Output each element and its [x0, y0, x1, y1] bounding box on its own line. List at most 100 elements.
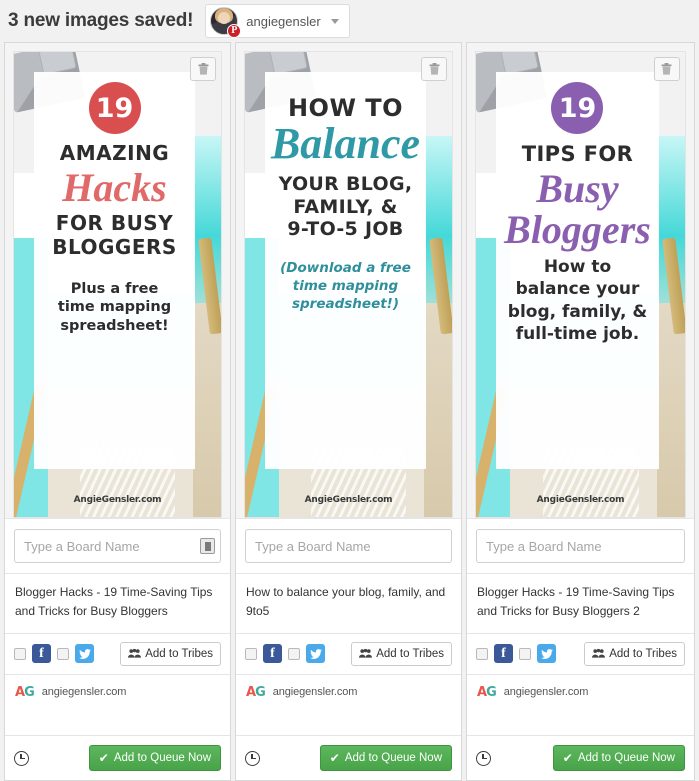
pin-preview: HOW TO Balance YOUR BLOG, FAMILY, & 9-TO…	[236, 43, 461, 518]
pin-text-panel: 19 TIPS FOR Busy Bloggers How to balance…	[496, 72, 659, 469]
facebook-checkbox[interactable]	[14, 647, 26, 660]
board-name-input[interactable]: Type a Board Name	[245, 529, 452, 563]
pin-script-word-2: Bloggers	[504, 206, 651, 252]
pin-headline-1: TIPS FOR	[521, 142, 634, 166]
add-to-queue-button[interactable]: ✔ Add to Queue Now	[319, 745, 452, 771]
angiegensler-logo-icon: AG	[246, 684, 266, 700]
source-site-row: AG angiegensler.com	[236, 673, 461, 710]
add-to-queue-button[interactable]: ✔ Add to Queue Now	[88, 745, 221, 771]
pin-watermark: AngieGensler.com	[304, 495, 393, 505]
facebook-checkbox[interactable]	[245, 647, 257, 660]
account-selector[interactable]: P angiegensler	[205, 4, 350, 38]
delete-image-button[interactable]	[653, 57, 680, 81]
pin-headline-4: 9-TO-5 JOB	[287, 218, 404, 240]
pin-subtext-1: How to	[543, 257, 612, 278]
schedule-clock-icon[interactable]	[476, 750, 491, 766]
check-icon: ✔	[98, 751, 109, 765]
site-name: angiegensler.com	[503, 686, 589, 699]
social-share-row: f Add to Tribes	[467, 632, 694, 674]
pin-description[interactable]: Blogger Hacks - 19 Time-Saving Tips and …	[5, 573, 230, 633]
pin-watermark: AngieGensler.com	[536, 495, 625, 505]
image-cards-row: 19 AMAZING Hacks FOR BUSY BLOGGERS Plus …	[0, 42, 699, 781]
facebook-icon[interactable]: f	[263, 644, 282, 664]
social-share-row: f Add to Tribes	[5, 632, 230, 674]
pin-subtext-3: blog, family, &	[507, 301, 648, 322]
queue-label: Add to Queue Now	[577, 752, 675, 764]
add-to-tribes-button[interactable]: Add to Tribes	[120, 641, 221, 666]
people-icon	[359, 649, 373, 658]
card-actions-row: ✔ Add to Queue Now	[467, 735, 694, 780]
pin-image: 19 TIPS FOR Busy Bloggers How to balance…	[475, 51, 686, 518]
people-icon	[128, 649, 142, 658]
pin-headline-1: HOW TO	[287, 94, 404, 122]
schedule-clock-icon[interactable]	[245, 750, 260, 766]
tribes-label: Add to Tribes	[376, 647, 444, 660]
add-to-tribes-button[interactable]: Add to Tribes	[584, 641, 685, 666]
tribes-label: Add to Tribes	[145, 647, 213, 660]
site-name: angiegensler.com	[272, 686, 358, 699]
delete-image-button[interactable]	[421, 57, 447, 81]
pin-image: HOW TO Balance YOUR BLOG, FAMILY, & 9-TO…	[244, 51, 453, 518]
pin-watermark: AngieGensler.com	[73, 495, 162, 505]
board-name-input[interactable]: Type a Board Name	[476, 529, 685, 563]
board-picker-icon[interactable]	[200, 538, 215, 554]
facebook-icon[interactable]: f	[494, 644, 513, 664]
chevron-down-icon[interactable]	[330, 18, 339, 24]
pin-subtext-3: spreadsheet!)	[291, 295, 400, 312]
account-name: angiegensler	[246, 13, 321, 29]
pin-preview: 19 TIPS FOR Busy Bloggers How to balance…	[467, 43, 694, 518]
twitter-checkbox[interactable]	[519, 647, 531, 660]
board-name-placeholder: Type a Board Name	[486, 538, 602, 554]
avatar: P	[210, 7, 242, 38]
image-card: 19 TIPS FOR Busy Bloggers How to balance…	[466, 42, 695, 781]
check-icon: ✔	[562, 751, 573, 765]
people-icon	[592, 649, 606, 658]
pin-subtext-3: spreadsheet!	[60, 318, 169, 335]
card-actions-row: ✔ Add to Queue Now	[236, 735, 461, 780]
delete-image-button[interactable]	[190, 57, 216, 81]
page-header: 3 new images saved! P angiegensler	[0, 0, 699, 42]
image-card: 19 AMAZING Hacks FOR BUSY BLOGGERS Plus …	[4, 42, 231, 781]
pin-subtext-2: time mapping	[57, 299, 172, 316]
twitter-icon[interactable]	[537, 644, 556, 664]
source-site-row: AG angiegensler.com	[467, 673, 694, 710]
pin-badge-number: 19	[88, 82, 141, 134]
board-name-input[interactable]: Type a Board Name	[14, 529, 221, 563]
board-name-row: Type a Board Name	[5, 518, 230, 573]
twitter-checkbox[interactable]	[288, 647, 300, 660]
pin-headline-2: YOUR BLOG,	[278, 173, 413, 196]
pin-subtext-2: balance your	[515, 279, 640, 300]
queue-label: Add to Queue Now	[113, 752, 211, 764]
board-name-placeholder: Type a Board Name	[24, 538, 140, 554]
social-share-row: f Add to Tribes	[236, 632, 461, 674]
pin-headline-1: AMAZING	[59, 141, 170, 165]
add-to-queue-button[interactable]: ✔ Add to Queue Now	[552, 745, 685, 771]
schedule-clock-icon[interactable]	[14, 750, 29, 766]
board-name-row: Type a Board Name	[236, 518, 461, 573]
trash-icon	[429, 63, 439, 75]
image-card: HOW TO Balance YOUR BLOG, FAMILY, & 9-TO…	[235, 42, 462, 781]
facebook-icon[interactable]: f	[32, 644, 51, 664]
twitter-checkbox[interactable]	[57, 647, 69, 660]
pin-script-word: Hacks	[62, 164, 167, 210]
pin-headline-3: FAMILY, &	[293, 195, 398, 218]
angiegensler-logo-icon: AG	[477, 684, 497, 700]
pin-subtext-1: (Download a free	[280, 260, 411, 277]
facebook-checkbox[interactable]	[476, 647, 488, 660]
board-name-row: Type a Board Name	[467, 518, 694, 573]
pin-script-word: Balance	[270, 119, 421, 169]
pin-script-word-1: Busy	[536, 165, 619, 211]
pinterest-badge-icon: P	[227, 24, 242, 38]
pin-headline-2: FOR BUSY	[55, 211, 174, 236]
board-name-placeholder: Type a Board Name	[255, 538, 371, 554]
pin-description[interactable]: Blogger Hacks - 19 Time-Saving Tips and …	[467, 573, 694, 633]
tribes-label: Add to Tribes	[609, 647, 677, 660]
twitter-icon[interactable]	[75, 644, 94, 664]
pin-headline-3: BLOGGERS	[52, 234, 177, 259]
pin-subtext-4: full-time job.	[515, 323, 640, 344]
pin-description[interactable]: How to balance your blog, family, and 9t…	[236, 573, 461, 633]
add-to-tribes-button[interactable]: Add to Tribes	[351, 641, 452, 666]
twitter-icon[interactable]	[306, 644, 325, 664]
queue-label: Add to Queue Now	[344, 752, 442, 764]
check-icon: ✔	[329, 751, 340, 765]
